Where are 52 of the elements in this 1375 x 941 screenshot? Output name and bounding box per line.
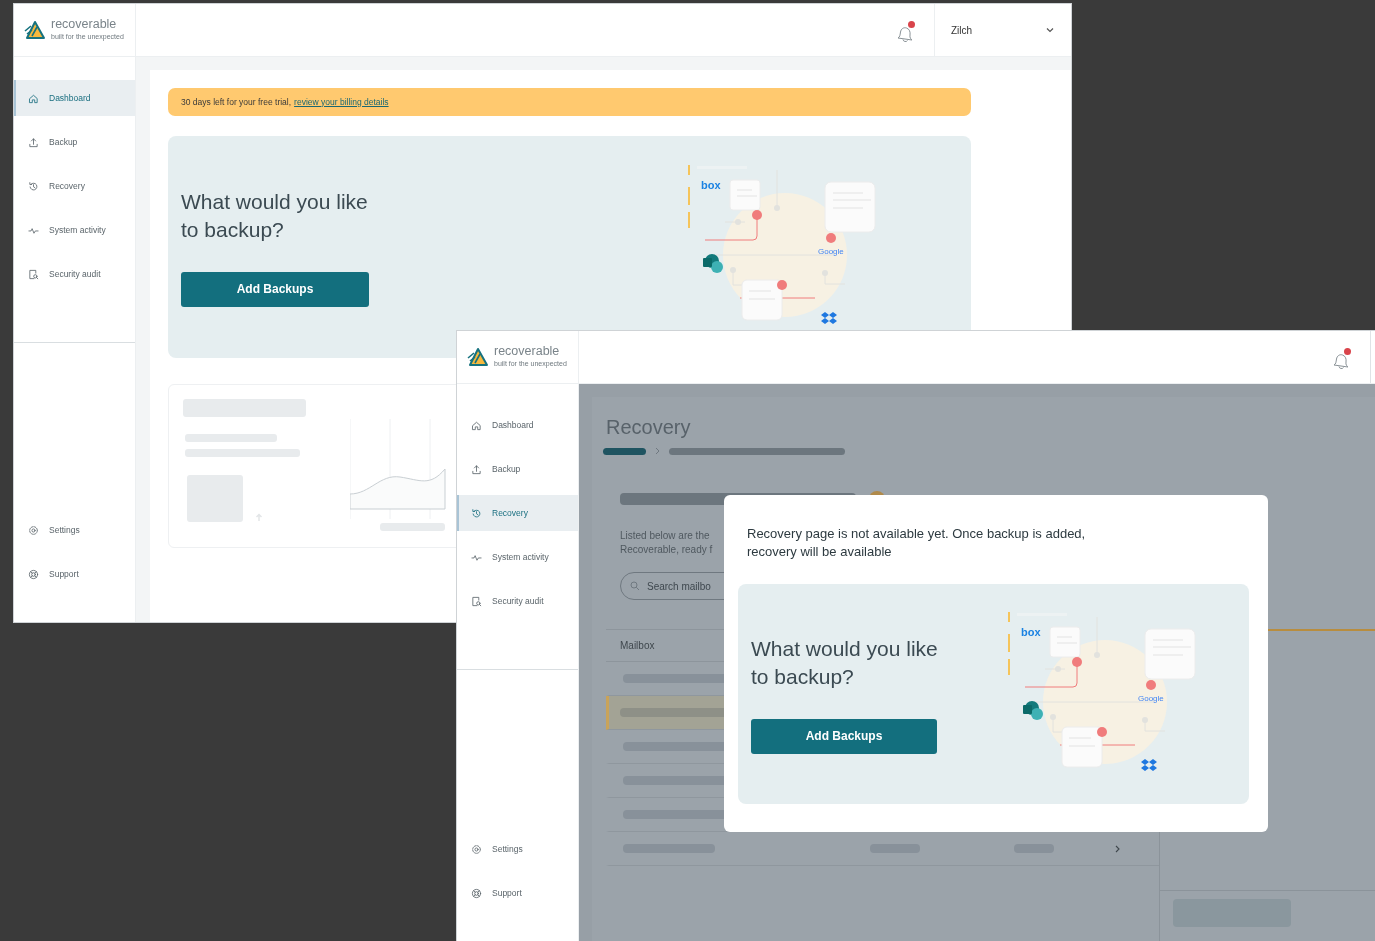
sidebar-item[interactable]: Dashboard (14, 80, 135, 116)
document-search-icon (28, 268, 39, 280)
home-icon (471, 419, 482, 431)
sidebar-item[interactable]: Recovery (14, 168, 135, 204)
google-logo: Google (1138, 694, 1164, 703)
sidebar-item[interactable]: System activity (14, 212, 135, 248)
sidebar-item[interactable]: Backup (14, 124, 135, 160)
clock-icon (471, 507, 482, 519)
sidebar-item[interactable]: Backup (457, 451, 578, 487)
sidebar-item[interactable]: Settings (14, 512, 135, 548)
lifebuoy-icon (28, 568, 39, 580)
google-logo: Google (818, 247, 844, 256)
document-search-icon (471, 595, 482, 607)
box-logo: box (701, 179, 721, 191)
description-text: Recoverable, ready f (620, 543, 713, 557)
brand-name: recoverable (494, 344, 561, 359)
box-logo: box (1021, 626, 1041, 638)
sidebar-item[interactable]: Settings (457, 831, 578, 867)
hero-title: What would you like to backup? (181, 188, 369, 243)
sidebar-item[interactable]: System activity (457, 539, 578, 575)
column-header: Mailbox (620, 639, 655, 653)
brand-name: recoverable (51, 17, 118, 32)
sidebar-item[interactable]: Support (457, 875, 578, 911)
sidebar-item[interactable]: Dashboard (457, 407, 578, 443)
settings-icon (471, 843, 482, 855)
search-icon (630, 581, 640, 591)
description-text: Listed below are the (620, 529, 710, 543)
logo-icon (23, 20, 46, 40)
page-title: Recovery (606, 415, 692, 440)
upload-icon (471, 463, 482, 475)
chevron-right-icon (1114, 844, 1121, 853)
add-backups-button[interactable]: Add Backups (181, 271, 369, 307)
logo-icon (466, 347, 489, 367)
settings-icon (28, 524, 39, 536)
arrow-up-icon (255, 512, 263, 522)
sidebar-item[interactable]: Security audit (457, 583, 578, 619)
home-icon (28, 92, 39, 104)
lifebuoy-icon (471, 887, 482, 899)
upload-icon (28, 136, 39, 148)
sidebar-item[interactable]: Recovery (457, 495, 578, 531)
clock-icon (28, 180, 39, 192)
modal-message: Recovery page is not available yet. Once backup is added, recovery will be available (747, 525, 1087, 561)
billing-link[interactable]: review your billing details (294, 95, 389, 109)
chevron-right-icon (654, 447, 661, 455)
chevron-down-icon (1045, 25, 1055, 35)
add-backups-button[interactable]: Add Backups (751, 718, 937, 754)
trial-message: 30 days left for your free trial, (181, 95, 292, 109)
hero-title: What would you like to backup? (751, 635, 939, 690)
sidebar-item[interactable]: Security audit (14, 256, 135, 292)
breadcrumb-placeholder (603, 447, 646, 455)
sidebar-item[interactable]: Support (14, 556, 135, 592)
account-dropdown[interactable]: Zilch (934, 4, 1071, 56)
